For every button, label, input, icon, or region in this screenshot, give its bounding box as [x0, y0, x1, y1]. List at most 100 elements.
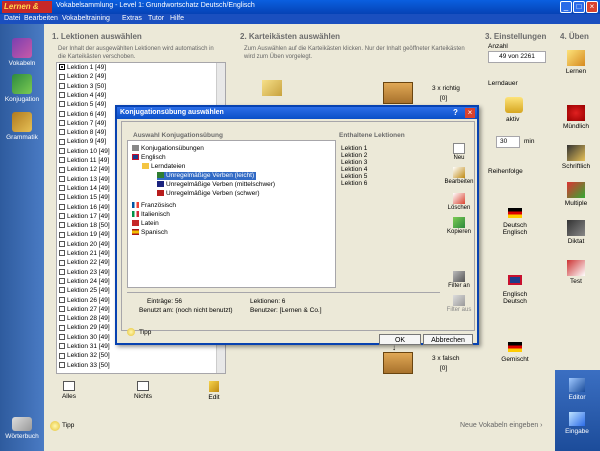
lesson-checkbox[interactable] — [59, 296, 65, 303]
lesson-item[interactable]: Lektion 16 [49] — [59, 204, 110, 212]
tool-lernen[interactable]: Lernen — [556, 50, 596, 75]
lesson-item[interactable]: Lektion 27 [49] — [59, 306, 110, 314]
select-all-button[interactable]: Alles — [57, 381, 81, 400]
lesson-checkbox[interactable] — [59, 73, 65, 80]
close-button[interactable]: × — [586, 1, 598, 13]
lesson-item[interactable]: Lektion 8 [49] — [59, 129, 106, 137]
lesson-checkbox[interactable] — [59, 157, 65, 164]
lesson-checkbox[interactable] — [59, 64, 65, 71]
tree-root[interactable]: Konjugationsübungen — [132, 145, 204, 153]
lesson-checkbox[interactable] — [59, 213, 65, 220]
lesson-item[interactable]: Lektion 25 [49] — [59, 287, 110, 295]
lesson-item[interactable]: Lektion 26 [49] — [59, 297, 110, 305]
menu-extras[interactable]: Extras — [122, 15, 142, 22]
lesson-item[interactable]: Lektion 9 [49] — [59, 138, 106, 146]
lesson-item[interactable]: Lektion 13 [49] — [59, 176, 110, 184]
lesson-checkbox[interactable] — [59, 240, 65, 247]
lesson-checkbox[interactable] — [59, 166, 65, 173]
lesson-checkbox[interactable] — [59, 250, 65, 257]
lesson-item[interactable]: Lektion 20 [49] — [59, 241, 110, 249]
tree-italienisch[interactable]: Italienisch — [132, 211, 170, 219]
filter-off-button[interactable]: Filter aus — [444, 295, 474, 313]
lesson-item[interactable]: Lektion 33 [50] — [59, 362, 110, 370]
lesson-item[interactable]: Lektion 23 [49] — [59, 269, 110, 277]
edit-button[interactable]: Edit — [203, 381, 225, 401]
order-de-en[interactable]: Deutsch Englisch — [496, 222, 534, 236]
lesson-item[interactable]: Lektion 1 [49] — [59, 64, 106, 72]
tool-multiple[interactable]: Multiple — [556, 182, 596, 207]
lesson-item[interactable]: Lektion 18 [50] — [59, 222, 110, 230]
lesson-checkbox[interactable] — [59, 315, 65, 322]
tool-test[interactable]: Test — [556, 260, 596, 285]
lesson-checkbox[interactable] — [59, 110, 65, 117]
lesson-checkbox[interactable] — [59, 259, 65, 266]
lesson-item[interactable]: Lektion 6 [49] — [59, 111, 106, 119]
lesson-checkbox[interactable] — [59, 352, 65, 359]
copy-button[interactable]: Kopieren — [444, 217, 474, 235]
new-vocab-link[interactable]: Neue Vokabeln eingeben › — [460, 422, 543, 429]
lesson-checkbox[interactable] — [59, 175, 65, 182]
edit-exercise-button[interactable]: Bearbeiten — [444, 167, 474, 185]
menu-datei[interactable]: Datei — [4, 15, 20, 22]
lesson-item[interactable]: Lektion 2 [49] — [59, 73, 106, 81]
menu-hilfe[interactable]: Hilfe — [170, 15, 184, 22]
order-mixed[interactable]: Gemischt — [496, 356, 534, 363]
lesson-item[interactable]: Lektion 5 [49] — [59, 101, 106, 109]
lesson-item[interactable]: Lektion 3 [50] — [59, 83, 106, 91]
timer-icon[interactable] — [505, 97, 523, 113]
lesson-checkbox[interactable] — [59, 147, 65, 154]
tree-verbs-easy[interactable]: Unregelmäßige Verben (leicht) — [157, 172, 257, 180]
sidebar-item-woerterbuch[interactable]: Wörterbuch — [0, 417, 44, 440]
lesson-item[interactable]: Lektion 22 [49] — [59, 259, 110, 267]
lesson-checkbox[interactable] — [59, 222, 65, 229]
lesson-checkbox[interactable] — [59, 287, 65, 294]
menu-tutor[interactable]: Tutor — [148, 15, 164, 22]
lesson-checkbox[interactable] — [59, 185, 65, 192]
tree-verbs-hard[interactable]: Unregelmäßige Verben (schwer) — [157, 190, 260, 198]
tree-franzoesisch[interactable]: Französisch — [132, 202, 176, 210]
ok-button[interactable]: OK — [379, 334, 421, 345]
dialog-tipp[interactable]: Tipp — [139, 329, 151, 337]
menu-bearbeiten[interactable]: Bearbeiten — [24, 15, 58, 22]
lesson-item[interactable]: Lektion 15 [49] — [59, 194, 110, 202]
lesson-item[interactable]: Lektion 31 [49] — [59, 343, 110, 351]
lesson-checkbox[interactable] — [59, 129, 65, 136]
lesson-checkbox[interactable] — [59, 324, 65, 331]
editor-button[interactable]: Editor — [560, 378, 594, 401]
sidebar-item-konjugation[interactable]: Konjugation — [0, 74, 44, 103]
card-box-correct[interactable] — [383, 82, 413, 104]
sidebar-item-grammatik[interactable]: Grammatik — [0, 112, 44, 141]
sidebar-item-vokabeln[interactable]: Vokabeln — [0, 38, 44, 67]
tool-schriftlich[interactable]: Schriftlich — [556, 145, 596, 170]
lesson-checkbox[interactable] — [59, 231, 65, 238]
lesson-item[interactable]: Lektion 29 [49] — [59, 324, 110, 332]
lesson-item[interactable]: Lektion 32 [50] — [59, 352, 110, 360]
lesson-checkbox[interactable] — [59, 82, 65, 89]
lesson-checkbox[interactable] — [59, 120, 65, 127]
tool-muendlich[interactable]: Mündlich — [556, 105, 596, 130]
tree-spanisch[interactable]: Spanisch — [132, 229, 168, 237]
lesson-item[interactable]: Lektion 28 [49] — [59, 315, 110, 323]
minimize-button[interactable]: _ — [560, 1, 572, 13]
lesson-checkbox[interactable] — [59, 92, 65, 99]
filter-on-button[interactable]: Filter an — [444, 271, 474, 289]
tipp-link[interactable]: Tipp — [62, 422, 74, 429]
dialog-close-button[interactable]: × — [465, 108, 475, 118]
delete-button[interactable]: Löschen — [444, 193, 474, 211]
lesson-checkbox[interactable] — [59, 333, 65, 340]
new-button[interactable]: Neu — [444, 143, 474, 161]
lesson-item[interactable]: Lektion 30 [49] — [59, 334, 110, 342]
lesson-item[interactable]: Lektion 17 [49] — [59, 213, 110, 221]
lesson-checkbox[interactable] — [59, 361, 65, 368]
tree-latein[interactable]: Latein — [132, 220, 159, 228]
minutes-spinner[interactable]: 30 — [496, 136, 520, 148]
tool-diktat[interactable]: Diktat — [556, 220, 596, 245]
lesson-checkbox[interactable] — [59, 278, 65, 285]
lesson-item[interactable]: Lektion 10 [49] — [59, 148, 110, 156]
order-en-de[interactable]: Englisch Deutsch — [496, 291, 534, 305]
tree-englisch[interactable]: Englisch — [132, 154, 166, 162]
lesson-checkbox[interactable] — [59, 268, 65, 275]
lesson-checkbox[interactable] — [59, 138, 65, 145]
lesson-item[interactable]: Lektion 12 [49] — [59, 166, 110, 174]
maximize-button[interactable]: □ — [573, 1, 585, 13]
